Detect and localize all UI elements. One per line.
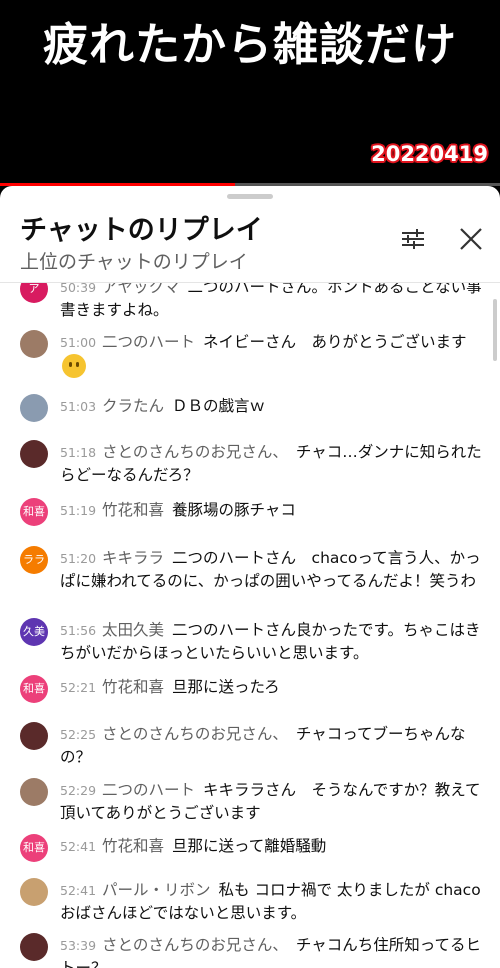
message-body: 51:00 二つのハート ネイビーさん ありがとうございます <box>60 331 488 379</box>
message-timestamp: 51:19 <box>60 503 97 518</box>
message-text: 旦那に送って離婚騒動 <box>172 837 327 855</box>
message-body: 52:29 二つのハート キキララさん そうなんですか？教えて頂いてありがとうござい… <box>60 779 488 825</box>
author-name[interactable]: 竹花和喜 <box>102 501 164 519</box>
author-name[interactable]: 太田久美 <box>102 621 164 639</box>
tune-icon[interactable] <box>396 222 430 256</box>
message-body: 52:25 さとのさんちのお兄さん、 チャコってブーちゃんなの？ <box>60 723 488 769</box>
author-name[interactable]: さとのさんちのお兄さん、 <box>102 443 288 461</box>
author-name[interactable]: 竹花和喜 <box>102 678 164 696</box>
avatar[interactable]: 和喜 <box>20 498 48 526</box>
author-name[interactable]: パール・リボン <box>102 881 211 899</box>
avatar[interactable] <box>20 394 48 422</box>
message-text: 養豚場の豚チャコ <box>172 501 296 519</box>
message-timestamp: 50:39 <box>60 283 97 295</box>
video-date-caption: 20220419 <box>371 142 488 166</box>
author-name[interactable]: アヤックマ <box>102 283 180 296</box>
message-timestamp: 53:39 <box>60 938 97 953</box>
author-name[interactable]: さとのさんちのお兄さん、 <box>102 725 288 743</box>
hugging-face-emoji-icon <box>62 354 86 378</box>
message-body: 51:20 キキララ 二つのハートさん chacoって言う人、かっぱに嫌われてるのに… <box>60 547 488 593</box>
message-text: 旦那に送ったろ <box>172 678 280 696</box>
avatar[interactable] <box>20 878 48 906</box>
message-body: 52:41 竹花和喜 旦那に送って離婚騒動 <box>60 835 488 858</box>
message-timestamp: 52:41 <box>60 839 97 854</box>
message-timestamp: 52:41 <box>60 883 97 898</box>
avatar[interactable]: 和喜 <box>20 675 48 703</box>
avatar[interactable] <box>20 330 48 358</box>
message-timestamp: 51:56 <box>60 623 97 638</box>
message-timestamp: 52:21 <box>60 680 97 695</box>
chat-scrollbar[interactable] <box>493 299 497 361</box>
message-timestamp: 51:00 <box>60 335 97 350</box>
avatar[interactable]: 和喜 <box>20 834 48 862</box>
author-name[interactable]: クラたん <box>102 397 164 415</box>
chat-header: チャットのリプレイ 上位のチャットのリプレイ <box>0 186 500 283</box>
message-body: 52:21 竹花和喜 旦那に送ったろ <box>60 676 488 699</box>
close-icon[interactable] <box>454 222 488 256</box>
author-name[interactable]: 竹花和喜 <box>102 837 164 855</box>
message-timestamp: 52:25 <box>60 727 97 742</box>
message-body: 52:41 パール・リボン 私も コロナ禍で 太りましたが chacoおばさんほどで… <box>60 879 488 925</box>
message-body: 51:03 クラたん ＤＢの戯言ｗ <box>60 395 488 418</box>
avatar[interactable]: ララ <box>20 546 48 574</box>
message-timestamp: 51:18 <box>60 445 97 460</box>
message-timestamp: 51:20 <box>60 551 97 566</box>
live-chat-replay-panel: チャットのリプレイ 上位のチャットのリプレイ ア 50:39 アヤックマ二つのハート… <box>0 186 500 968</box>
avatar[interactable] <box>20 933 48 961</box>
avatar[interactable] <box>20 722 48 750</box>
message-body: 53:39 さとのさんちのお兄さん、 チャコんち住所知ってるヒトー？ <box>60 934 488 968</box>
message-body: 51:18 さとのさんちのお兄さん、 チャコ…ダンナに知られたらどーなるんだろ？ <box>60 441 488 487</box>
chat-title: チャットのリプレイ <box>20 215 263 246</box>
chat-message-list[interactable]: ア 50:39 アヤックマ 二つのハートさん。ホントあることない事書きますよね。 51:… <box>0 283 500 968</box>
message-body: 51:56 太田久美 二つのハートさん良かったです。ちゃこはきちがいだからほっといた… <box>60 619 488 665</box>
message-body: 51:19 竹花和喜 養豚場の豚チャコ <box>60 499 488 522</box>
author-name[interactable]: 二つのハート <box>102 333 195 351</box>
author-name[interactable]: さとのさんちのお兄さん、 <box>102 936 288 954</box>
message-text: ネイビーさん ありがとうございます <box>203 333 467 351</box>
video-player[interactable]: 疲れたから雑談だけ 20220419 <box>0 0 500 190</box>
message-text: ＤＢの戯言ｗ <box>172 397 266 415</box>
avatar[interactable] <box>20 440 48 468</box>
author-name[interactable]: キキララ <box>102 549 164 567</box>
avatar[interactable]: ア <box>20 283 48 303</box>
chat-mode-selector[interactable]: 上位のチャットのリプレイ <box>20 247 248 274</box>
message-timestamp: 51:03 <box>60 399 97 414</box>
message-timestamp: 52:29 <box>60 783 97 798</box>
video-title-overlay: 疲れたから雑談だけ <box>42 18 457 71</box>
author-name[interactable]: 二つのハート <box>102 781 195 799</box>
message-body: 50:39 アヤックマ 二つのハートさん。ホントあることない事書きますよね。 <box>60 283 488 322</box>
avatar[interactable]: 久美 <box>20 618 48 646</box>
avatar[interactable] <box>20 778 48 806</box>
